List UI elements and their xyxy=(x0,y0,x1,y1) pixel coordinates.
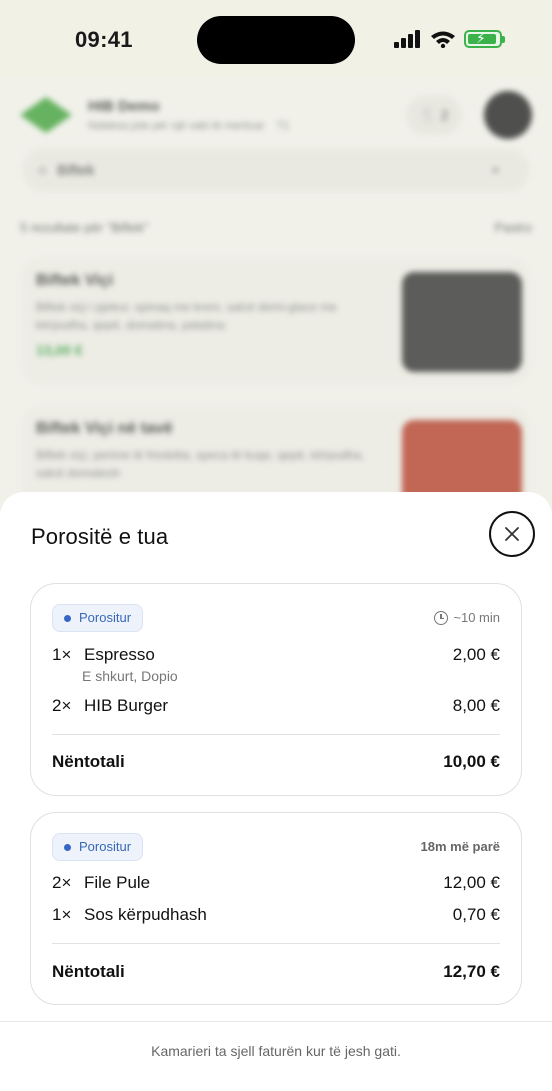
menu-item-desc: Biftek viçi i pjekur, spinaq me krem, sa… xyxy=(36,300,337,332)
order-eta-text: ~10 min xyxy=(453,610,500,625)
menu-item-desc: Biftek viçi, perime të freskëta, speca t… xyxy=(36,448,365,480)
status-bar: 09:41 ⚡ xyxy=(0,0,552,78)
dynamic-island xyxy=(197,16,355,64)
item-price: 8,00 € xyxy=(452,696,500,715)
wifi-icon xyxy=(431,31,455,48)
signal-icon xyxy=(394,30,420,48)
venue-header: HIB Demo Ndalesa jote për një vakt të me… xyxy=(20,91,532,139)
item-qty: 1× xyxy=(52,645,72,664)
status-badge: Porositur xyxy=(52,833,144,861)
order-time: 18m më parë xyxy=(421,839,501,854)
results-text: 5 rezultate për "Biftek" xyxy=(20,220,149,235)
menu-item-image xyxy=(402,272,522,372)
item-name: File Pule xyxy=(84,873,151,892)
item-name: Espresso xyxy=(84,645,155,664)
order-item: 2× File Pule 12,00 € xyxy=(52,873,500,895)
venue-subtitle-text: Ndalesa jote për një vakt të merituar xyxy=(88,120,265,132)
search-icon: ○ xyxy=(38,161,48,179)
venue-logo xyxy=(20,97,72,133)
divider xyxy=(52,943,500,944)
item-qty: 1× xyxy=(52,905,72,924)
fork-knife-icon: 🍴 xyxy=(419,107,437,123)
order-card: Porositur 18m më parë 2× File Pule 12,00… xyxy=(30,812,522,1005)
divider xyxy=(52,734,500,735)
subtotal-value: 12,70 € xyxy=(443,962,500,981)
sheet-title: Porositë e tua xyxy=(31,524,169,549)
item-qty: 2× xyxy=(52,873,72,892)
footer-divider xyxy=(0,1021,552,1022)
search-value: Biftek xyxy=(57,161,95,179)
clock-icon xyxy=(434,610,449,625)
orders-sheet: Porositë e tua Porositur ~10 min 1× Espr… xyxy=(0,492,552,1091)
subtotal-label: Nëntotali xyxy=(52,752,125,771)
clear-results-link[interactable]: Pastro xyxy=(494,220,532,235)
venue-name: HIB Demo xyxy=(88,98,160,115)
item-note: E shkurt, Dopio xyxy=(82,668,178,684)
order-item: 2× HIB Burger 8,00 € xyxy=(52,696,500,718)
item-name: Sos kërpudhash xyxy=(84,905,207,924)
close-button[interactable] xyxy=(489,511,535,557)
item-name: HIB Burger xyxy=(84,696,169,715)
menu-item-card[interactable]: Biftek Viçi Biftek viçi i pjekur, spinaq… xyxy=(22,258,530,384)
item-price: 2,00 € xyxy=(452,645,500,664)
status-badge: Porositur xyxy=(52,604,144,632)
item-price: 12,00 € xyxy=(443,873,500,892)
item-qty: 2× xyxy=(52,696,72,715)
table-chip[interactable]: 🍴 2 xyxy=(406,95,462,135)
close-icon xyxy=(505,527,519,541)
order-card: Porositur ~10 min 1× Espresso 2,00 € E s… xyxy=(30,583,522,796)
results-summary: 5 rezultate për "Biftek" Pastro xyxy=(20,220,532,235)
order-item: 1× Espresso 2,00 € xyxy=(52,645,500,667)
order-item: 1× Sos kërpudhash 0,70 € xyxy=(52,905,500,927)
venue-table-label: T1 xyxy=(276,120,290,132)
search-input[interactable]: ○ Biftek × xyxy=(22,148,530,192)
table-count: 2 xyxy=(440,107,449,123)
bell-button[interactable] xyxy=(484,91,532,139)
status-icons: ⚡ xyxy=(394,30,505,48)
clear-search-icon[interactable]: × xyxy=(491,162,500,179)
footer-note: Kamarieri ta sjell faturën kur të jesh g… xyxy=(151,1043,401,1059)
order-eta: ~10 min xyxy=(434,610,500,625)
status-time: 09:41 xyxy=(75,27,133,52)
subtotal-label: Nëntotali xyxy=(52,962,125,981)
battery-icon: ⚡ xyxy=(464,30,505,48)
item-price: 0,70 € xyxy=(452,905,500,924)
venue-subtitle: Ndalesa jote për një vakt të merituar T1 xyxy=(88,120,290,132)
subtotal-value: 10,00 € xyxy=(443,752,500,771)
order-time-text: 18m më parë xyxy=(420,839,501,854)
